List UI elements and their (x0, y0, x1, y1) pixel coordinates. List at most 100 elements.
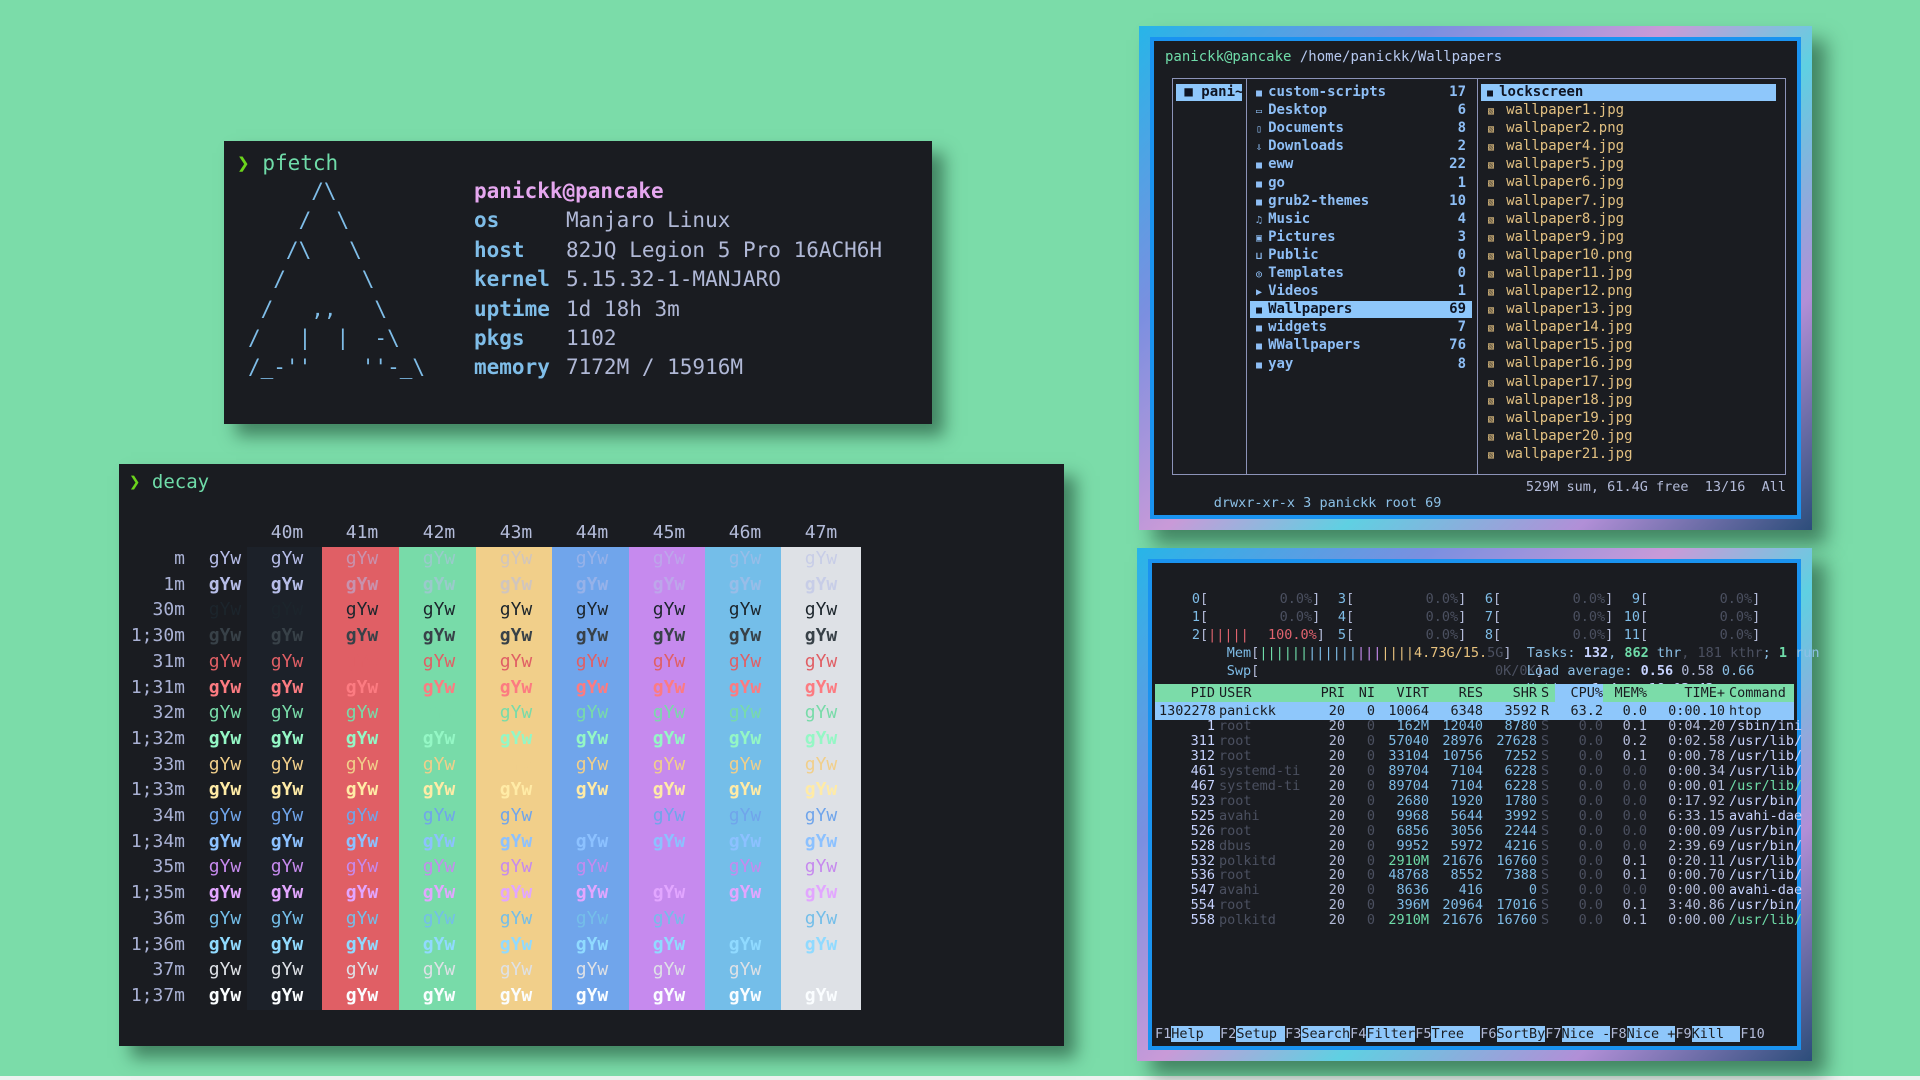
fkey-button-nice-[interactable]: Nice + (1626, 1026, 1676, 1042)
column-ni[interactable]: NI (1345, 684, 1375, 702)
column-res[interactable]: RES (1429, 684, 1483, 702)
dir-item[interactable]: ■ widgets 7 (1250, 319, 1472, 336)
parent-dir-item[interactable]: ■ pani~ (1176, 84, 1243, 101)
dir-item[interactable]: ⇩ Downloads 2 (1250, 138, 1472, 155)
file-item[interactable]: ▧ wallpaper15.jpg (1488, 336, 1633, 354)
file-item[interactable]: ▧ wallpaper11.jpg (1488, 264, 1633, 282)
file-item[interactable]: ▧ wallpaper1.jpg (1488, 101, 1624, 119)
dir-item[interactable]: ▶ Videos 1 (1250, 283, 1472, 300)
color-sample: gYw (575, 548, 609, 569)
column-virt[interactable]: VIRT (1375, 684, 1429, 702)
ranger-window[interactable]: panickk@pancake /home/panickk/Wallpapers… (1139, 26, 1812, 530)
dir-name: Videos (1268, 283, 1319, 300)
dir-item[interactable]: ◎ Templates 0 (1250, 265, 1472, 282)
file-item[interactable]: ▧ wallpaper6.jpg (1488, 173, 1624, 191)
file-item[interactable]: ▧ wallpaper8.jpg (1488, 210, 1624, 228)
file-item[interactable]: ▧ wallpaper5.jpg (1488, 155, 1624, 173)
color-sample: gYw (422, 907, 456, 929)
file-item[interactable]: ▧ wallpaper20.jpg (1488, 427, 1633, 445)
fkey-button-search[interactable]: Search (1301, 1026, 1351, 1042)
column-command[interactable]: Command (1725, 684, 1809, 702)
color-sample: gYw (652, 882, 686, 904)
dir-item[interactable]: ▯ Documents 8 (1250, 120, 1472, 137)
file-item[interactable]: ▧ wallpaper4.jpg (1488, 137, 1624, 155)
htop-terminal[interactable]: 0[0.0%] 1[0.0%] 2[||||| 100.0%] 3[0.0%] 4[0.0… (1148, 559, 1820, 1050)
image-file-icon: ▧ (1488, 106, 1507, 117)
prompt-line: ❯ pfetch (237, 151, 338, 175)
dir-item[interactable]: ▣ Pictures 3 (1250, 229, 1472, 246)
column-pid[interactable]: PID (1155, 684, 1215, 702)
dir-item[interactable]: ■ go 1 (1250, 175, 1472, 192)
swp-label: Swp (1226, 663, 1252, 679)
pfetch-terminal-window[interactable]: ❯ pfetch /\ / \ /\ \ / \ / ,, \ / | | -\… (224, 141, 932, 424)
decay-terminal-window[interactable]: ❯ decay m 1m 30m 1;30m 31m 1;31m 32m 1;32m 33m 1;… (119, 464, 1064, 1046)
preview-dir-item[interactable]: ■ lockscreen (1481, 84, 1776, 101)
file-item[interactable]: ▧ wallpaper10.png (1488, 246, 1633, 264)
file-item[interactable]: ▧ wallpaper12.png (1488, 282, 1633, 300)
dir-item[interactable]: ■ eww 22 (1250, 156, 1472, 173)
info-key: kernel (474, 267, 550, 292)
color-sample: gYw (422, 805, 456, 826)
fkey-button-help[interactable]: Help (1171, 1026, 1221, 1042)
htop-window[interactable]: 0[0.0%] 1[0.0%] 2[||||| 100.0%] 3[0.0%] 4[0.0… (1137, 548, 1820, 1061)
dir-name: Desktop (1268, 102, 1328, 119)
fkey-button-nice-[interactable]: Nice - (1561, 1026, 1611, 1042)
file-name: wallpaper4.jpg (1506, 138, 1625, 155)
file-item[interactable]: ▧ wallpaper17.jpg (1488, 373, 1633, 391)
color-sample: gYw (575, 984, 609, 1006)
color-sample: gYw (422, 573, 456, 595)
column-user[interactable]: USER (1215, 684, 1305, 702)
color-sample: gYw (270, 856, 304, 878)
file-item[interactable]: ▧ wallpaper9.jpg (1488, 228, 1624, 246)
image-file-icon: ▧ (1488, 124, 1507, 136)
current-path: /home/panickk/Wallpapers (1299, 49, 1503, 65)
bracket: [ (1640, 591, 1649, 607)
dir-item[interactable]: ■ yay 8 (1250, 356, 1472, 373)
fkey-button-tree[interactable]: Tree (1431, 1026, 1481, 1042)
column-mem[interactable]: MEM% (1603, 684, 1647, 702)
color-sample: gYw (575, 599, 609, 621)
cpu-id: 6 (1484, 591, 1493, 607)
bracket: ] (1605, 609, 1614, 625)
column-cpu[interactable]: CPU% (1555, 684, 1603, 702)
dir-item[interactable]: ♫ Music 4 (1250, 211, 1472, 228)
file-item[interactable]: ▧ wallpaper14.jpg (1488, 318, 1633, 336)
color-sample: gYw (270, 984, 304, 1006)
column-pri[interactable]: PRI (1305, 684, 1345, 702)
desktop-icon: ▭ (1250, 106, 1269, 118)
dir-item[interactable]: ■ grub2-themes 10 (1250, 193, 1472, 210)
dir-name: Downloads (1268, 138, 1344, 155)
image-file-icon: ▧ (1488, 305, 1507, 317)
fkey-button-setup[interactable]: Setup (1236, 1026, 1286, 1042)
file-item[interactable]: ▧ wallpaper2.png (1488, 119, 1624, 137)
dir-item[interactable]: ▭ Desktop 6 (1250, 102, 1472, 119)
ranger-terminal[interactable]: panickk@pancake /home/panickk/Wallpapers… (1150, 37, 1801, 519)
fkey-button-sortby[interactable]: SortBy (1496, 1026, 1546, 1042)
file-item[interactable]: ▧ wallpaper18.jpg (1488, 391, 1633, 409)
color-sample: gYw (345, 625, 379, 647)
dir-item[interactable]: ■ WWallpapers 76 (1250, 337, 1472, 354)
dir-count: 1 (1457, 174, 1466, 191)
dir-item[interactable]: ■ custom-scripts 17 (1250, 84, 1472, 101)
file-item[interactable]: ▧ wallpaper21.jpg (1488, 445, 1633, 463)
color-sample: gYw (499, 548, 533, 569)
image-file-icon: ▧ (1488, 413, 1507, 425)
info-value: 5.15.32-1-MANJARO (566, 267, 781, 292)
process-row[interactable]: 558 polkitd 20 0 2910M 21676 16760 S 0.0 0.1 0:00.… (1155, 911, 1809, 929)
fkey-button-kill[interactable]: Kill (1691, 1026, 1741, 1042)
column-shr[interactable]: SHR (1483, 684, 1537, 702)
bracket: ] (1458, 609, 1467, 625)
file-item[interactable]: ▧ wallpaper19.jpg (1488, 409, 1633, 427)
color-sample: gYw (728, 959, 762, 981)
file-item[interactable]: ▧ wallpaper16.jpg (1488, 354, 1633, 372)
file-item[interactable]: ▧ wallpaper7.jpg (1488, 192, 1624, 210)
dir-item[interactable]: ⊔ Public 0 (1250, 247, 1472, 264)
dir-item[interactable]: ■ Wallpapers 69 (1250, 301, 1472, 319)
fkey-button-filter[interactable]: Filter (1366, 1026, 1416, 1042)
file-item[interactable]: ▧ wallpaper13.jpg (1488, 300, 1633, 318)
fkey-f6: F6 (1480, 1026, 1497, 1042)
column-time[interactable]: TIME+ (1647, 684, 1725, 702)
cpu-percent: 0.0% (1279, 591, 1313, 607)
column-s[interactable]: S (1537, 684, 1555, 702)
color-sample: gYw (345, 753, 379, 775)
